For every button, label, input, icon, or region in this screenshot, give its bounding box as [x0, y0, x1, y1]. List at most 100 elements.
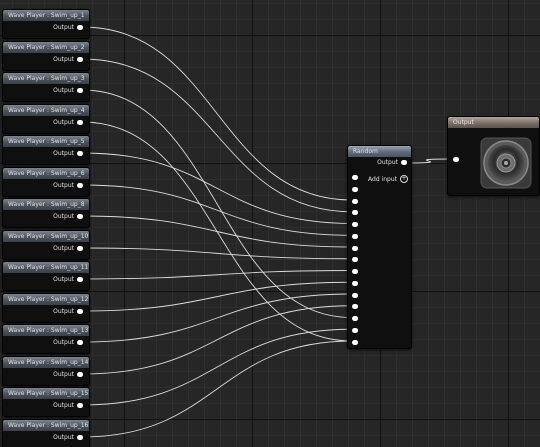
wave-player-title: Wave Player : Swim_up_5 — [3, 136, 89, 147]
wave-player-output-label: Output — [53, 402, 74, 409]
add-input-label: Add input — [368, 175, 397, 183]
wave-player-node[interactable]: Wave Player : Swim_up_16 Output — [2, 419, 90, 447]
graph-canvas[interactable]: Wave Player : Swim_up_1 Output Wave Player… — [0, 0, 540, 447]
connection-wire — [81, 305, 353, 375]
wave-player-output-pin[interactable]: Output — [53, 308, 83, 315]
wave-player-output-pin[interactable]: Output — [53, 434, 83, 441]
wave-player-title: Wave Player : Swim_up_16 — [3, 420, 89, 431]
wave-player-node[interactable]: Wave Player : Swim_up_13 Output — [2, 324, 90, 354]
random-input-pin[interactable] — [352, 257, 358, 263]
wave-player-output-pin[interactable]: Output — [53, 213, 83, 220]
random-input-pin[interactable] — [352, 269, 358, 274]
wave-player-node[interactable]: Wave Player : Swim_up_5 Output — [2, 135, 90, 165]
wave-player-title: Wave Player : Swim_up_1 — [3, 10, 89, 21]
wave-player-title: Wave Player : Swim_up_2 — [3, 42, 89, 53]
random-output-label: Output — [377, 159, 398, 166]
wave-player-node[interactable]: Wave Player : Swim_up_2 Output — [2, 41, 90, 71]
random-input-pin[interactable] — [352, 304, 358, 310]
wave-player-output-pin[interactable]: Output — [53, 402, 83, 409]
connection-wire — [81, 281, 353, 312]
random-input-pin[interactable] — [352, 292, 358, 298]
wave-player-title: Wave Player : Swim_up_10 — [3, 231, 89, 242]
connection-wire — [81, 121, 353, 342]
output-pin-icon — [77, 340, 83, 345]
output-pin-icon — [401, 160, 407, 165]
output-pin-icon — [77, 214, 83, 219]
add-input-button[interactable]: Add input + — [368, 175, 408, 183]
wave-player-node[interactable]: Wave Player : Swim_up_10 Output — [2, 230, 90, 260]
random-input-pin[interactable] — [352, 280, 358, 286]
connection-wire — [81, 270, 353, 280]
connection-wire — [81, 89, 353, 318]
wave-player-output-pin[interactable]: Output — [53, 339, 83, 346]
output-input-pin[interactable] — [453, 157, 459, 162]
random-input-pin[interactable] — [352, 316, 358, 321]
output-pin-icon — [77, 435, 83, 440]
wave-player-output-label: Output — [53, 434, 74, 441]
connection-wire — [81, 26, 353, 201]
wave-player-node[interactable]: Wave Player : Swim_up_14 Output — [2, 356, 90, 386]
speaker-icon — [480, 137, 532, 189]
output-pin-icon — [77, 309, 83, 314]
wave-player-title: Wave Player : Swim_up_13 — [3, 325, 89, 336]
wave-player-node[interactable]: Wave Player : Swim_up_12 Output — [2, 293, 90, 323]
connection-wire — [81, 184, 353, 236]
wave-player-output-label: Output — [53, 276, 74, 283]
wave-player-output-pin[interactable]: Output — [53, 56, 83, 63]
wave-player-output-pin[interactable]: Output — [53, 371, 83, 378]
output-pin-icon — [77, 277, 83, 282]
wave-player-output-label: Output — [53, 119, 74, 126]
wave-player-title: Wave Player : Swim_up_8 — [3, 199, 89, 210]
wave-player-node[interactable]: Wave Player : Swim_up_15 Output — [2, 387, 90, 417]
output-pin-icon — [77, 151, 83, 156]
output-pin-icon — [77, 88, 83, 93]
wave-player-output-pin[interactable]: Output — [53, 245, 83, 252]
connection-wire — [81, 293, 353, 343]
wave-player-title: Wave Player : Swim_up_15 — [3, 388, 89, 399]
add-circle-icon: + — [400, 175, 408, 183]
wave-player-output-pin[interactable]: Output — [53, 276, 83, 283]
wave-player-output-pin[interactable]: Output — [53, 182, 83, 189]
connection-wire — [81, 328, 353, 406]
wave-player-title: Wave Player : Swim_up_12 — [3, 294, 89, 305]
wave-player-output-label: Output — [53, 24, 74, 31]
random-input-pin[interactable] — [352, 222, 358, 227]
random-input-pin[interactable] — [352, 233, 358, 239]
connection-wire — [81, 340, 353, 438]
wave-player-node[interactable]: Wave Player : Swim_up_3 Output — [2, 72, 90, 102]
random-input-pin[interactable] — [352, 175, 358, 180]
random-node-title: Random — [348, 146, 411, 157]
wave-player-output-label: Output — [53, 308, 74, 315]
wave-player-output-pin[interactable]: Output — [53, 150, 83, 157]
output-pin-icon — [77, 120, 83, 125]
wave-player-title: Wave Player : Swim_up_4 — [3, 105, 89, 116]
output-node[interactable]: Output — [447, 116, 540, 196]
wave-player-output-pin[interactable]: Output — [53, 87, 83, 94]
output-node-title: Output — [448, 117, 539, 128]
random-output-pin[interactable]: Output — [377, 159, 407, 166]
wave-player-title: Wave Player : Swim_up_3 — [3, 73, 89, 84]
random-input-pin[interactable] — [352, 210, 358, 216]
random-node[interactable]: Random Output Add input + — [347, 145, 412, 349]
output-pin-icon — [77, 57, 83, 62]
random-input-pin[interactable] — [352, 245, 358, 251]
random-input-pin[interactable] — [352, 186, 358, 192]
wave-player-output-pin[interactable]: Output — [53, 24, 83, 31]
output-pin-icon — [77, 246, 83, 251]
random-input-pin[interactable] — [352, 327, 358, 333]
wave-player-node[interactable]: Wave Player : Swim_up_6 Output — [2, 167, 90, 197]
wave-player-output-label: Output — [53, 87, 74, 94]
wave-player-node[interactable]: Wave Player : Swim_up_11 Output — [2, 261, 90, 291]
wave-player-output-pin[interactable]: Output — [53, 119, 83, 126]
wave-player-output-label: Output — [53, 371, 74, 378]
random-input-pin[interactable] — [352, 198, 358, 204]
wave-player-output-label: Output — [53, 213, 74, 220]
wave-player-output-label: Output — [53, 56, 74, 63]
wave-player-node[interactable]: Wave Player : Swim_up_8 Output — [2, 198, 90, 228]
wave-player-output-label: Output — [53, 150, 74, 157]
wave-player-title: Wave Player : Swim_up_6 — [3, 168, 89, 179]
wave-player-node[interactable]: Wave Player : Swim_up_1 Output — [2, 9, 90, 39]
wave-player-node[interactable]: Wave Player : Swim_up_4 Output — [2, 104, 90, 134]
random-input-pin[interactable] — [352, 339, 358, 345]
wave-player-output-label: Output — [53, 339, 74, 346]
